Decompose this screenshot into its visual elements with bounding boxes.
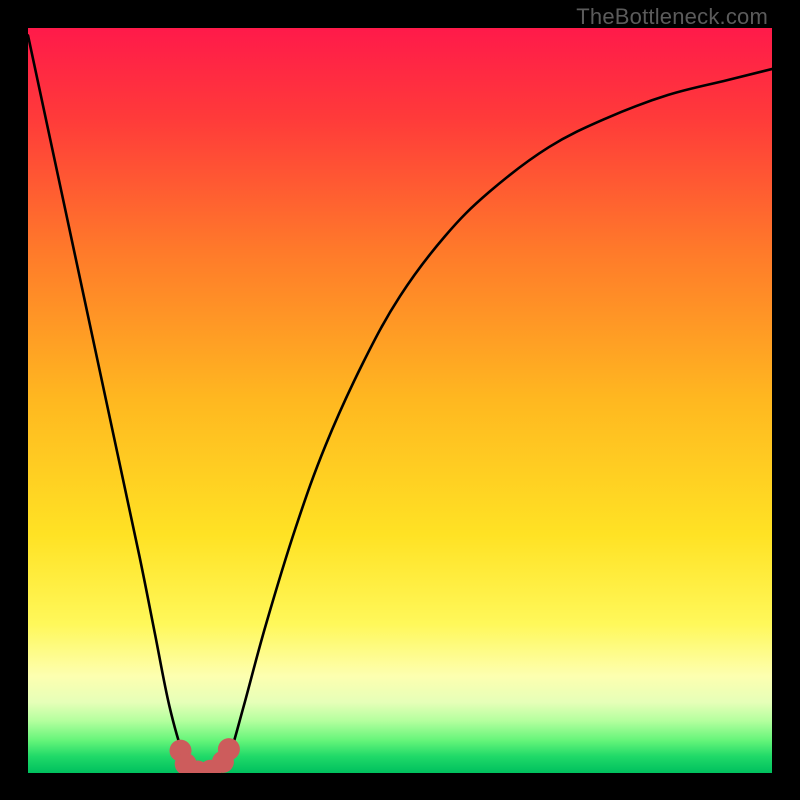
highlight-dots: [170, 738, 240, 773]
watermark-text: TheBottleneck.com: [576, 4, 768, 30]
bottleneck-curve: [28, 35, 772, 773]
curve-layer: [28, 28, 772, 773]
highlight-dot: [218, 738, 240, 760]
chart-frame: [28, 28, 772, 773]
